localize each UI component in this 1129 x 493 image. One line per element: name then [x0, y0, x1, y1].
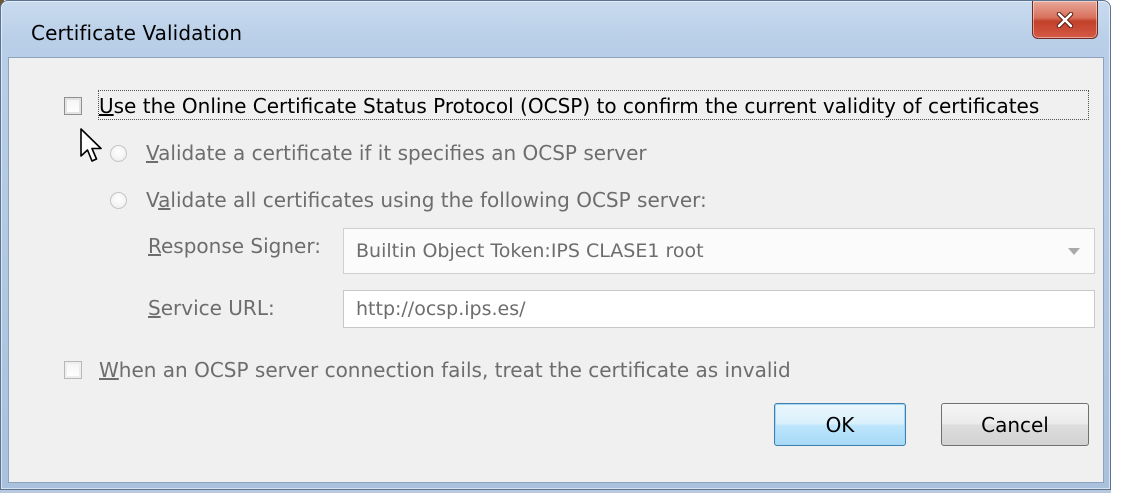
- fail-invalid-accesskey: W: [99, 358, 119, 382]
- cancel-button[interactable]: Cancel: [941, 403, 1089, 446]
- response-signer-select[interactable]: Builtin Object Token:IPS CLASE1 root: [343, 228, 1095, 274]
- close-icon: [1056, 11, 1074, 28]
- radio-specified-label-text: alidate a certificate if it specifies an…: [158, 141, 647, 165]
- service-url-label-rest: ervice URL:: [160, 296, 275, 320]
- radio-specified-button[interactable]: [110, 144, 127, 162]
- fail-invalid-label[interactable]: When an OCSP server connection fails, tr…: [99, 358, 791, 382]
- service-url-label: Service URL:: [148, 296, 275, 320]
- service-url-value: http://ocsp.ips.es/: [356, 298, 526, 320]
- chevron-down-icon[interactable]: [1068, 248, 1080, 255]
- radio-all-button[interactable]: [110, 191, 127, 209]
- fail-invalid-option[interactable]: When an OCSP server connection fails, tr…: [64, 358, 791, 382]
- radio-all-label-text: lidate all certificates using the follow…: [170, 188, 707, 212]
- response-signer-label-rest: esponse Signer:: [161, 234, 321, 258]
- response-signer-label-text: Response Signer:: [148, 234, 321, 258]
- use-ocsp-option[interactable]: Use the Online Certificate Status Protoc…: [64, 94, 1039, 118]
- radio-all-label-prefix: V: [146, 188, 159, 212]
- radio-specified-accesskey: V: [146, 141, 159, 165]
- use-ocsp-checkbox[interactable]: [64, 97, 82, 115]
- service-url-label-text: Service URL:: [148, 296, 275, 320]
- response-signer-accesskey: R: [148, 234, 161, 258]
- response-signer-value: Builtin Object Token:IPS CLASE1 root: [356, 240, 704, 262]
- radio-specified-label[interactable]: Validate a certificate if it specifies a…: [146, 141, 647, 165]
- dialog-body: Use the Online Certificate Status Protoc…: [8, 57, 1104, 483]
- radio-specified-option[interactable]: Validate a certificate if it specifies a…: [110, 141, 647, 165]
- close-button[interactable]: [1032, 1, 1098, 39]
- radio-all-option[interactable]: Validate all certificates using the foll…: [110, 188, 707, 212]
- ok-button[interactable]: OK: [774, 403, 906, 446]
- dialog-title: Certificate Validation: [31, 21, 243, 45]
- radio-all-label[interactable]: Validate all certificates using the foll…: [146, 188, 707, 212]
- fail-invalid-checkbox[interactable]: [64, 361, 82, 379]
- mouse-cursor-icon: [80, 128, 102, 162]
- response-signer-label: Response Signer:: [148, 234, 321, 258]
- use-ocsp-label-text: se the Online Certificate Status Protoco…: [113, 94, 1040, 118]
- use-ocsp-accesskey: U: [99, 94, 114, 118]
- fail-invalid-label-text: hen an OCSP server connection fails, tre…: [118, 358, 791, 382]
- dialog-window: Certificate Validation Use the Online Ce…: [0, 0, 1111, 490]
- service-url-accesskey: S: [148, 296, 161, 320]
- service-url-input[interactable]: http://ocsp.ips.es/: [343, 290, 1095, 328]
- use-ocsp-label[interactable]: Use the Online Certificate Status Protoc…: [99, 94, 1039, 118]
- radio-all-accesskey: a: [158, 188, 171, 212]
